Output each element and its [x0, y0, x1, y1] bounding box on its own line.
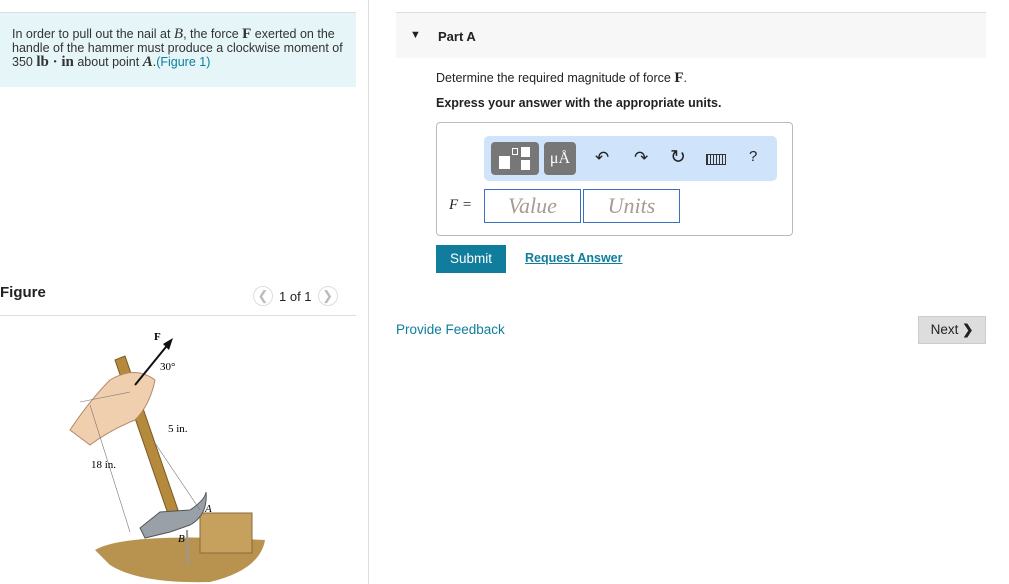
label-18in: 18 in. — [91, 459, 116, 471]
chevron-left-icon[interactable]: ❮ — [253, 286, 273, 306]
label-b: B — [178, 533, 185, 545]
provide-feedback-link[interactable]: Provide Feedback — [396, 322, 505, 337]
value-input[interactable]: Value — [484, 189, 581, 223]
question-text: Determine the required magnitude of forc… — [436, 70, 687, 87]
divider — [0, 315, 356, 316]
template-icon — [499, 156, 510, 169]
template-icon-part — [521, 147, 530, 157]
text: In order to pull out the nail at — [12, 27, 174, 41]
submit-button[interactable]: Submit — [436, 245, 506, 273]
math-a: A — [142, 54, 153, 70]
figure-title: Figure — [0, 284, 46, 301]
math-f: F — [242, 26, 252, 42]
pager-text: 1 of 1 — [279, 288, 312, 304]
label-a: A — [204, 503, 212, 515]
template-icon-part — [521, 160, 530, 170]
nail — [186, 529, 189, 566]
answer-box: μÅ ↶ ↷ ↻ ? F = Value Units — [436, 122, 793, 236]
template-button[interactable] — [491, 142, 539, 175]
next-button[interactable]: Next ❯ — [918, 316, 986, 344]
left-panel: In order to pull out the nail at B, the … — [0, 0, 369, 584]
answer-label: F = — [449, 197, 473, 213]
math-unit: lb · in — [36, 54, 74, 70]
undo-icon[interactable]: ↶ — [595, 148, 609, 168]
math-b: B — [173, 26, 184, 42]
chevron-right-icon[interactable]: ❯ — [317, 286, 338, 306]
label-angle: 30° — [160, 361, 175, 373]
template-icon-part — [512, 148, 518, 155]
part-a-header[interactable]: ▼ Part A — [396, 12, 986, 58]
label-f: F — [154, 331, 161, 343]
redo-icon[interactable]: ↷ — [634, 148, 648, 168]
text: . — [683, 71, 687, 85]
figure-pager: ❮ 1 of 1 ❯ — [253, 286, 338, 306]
help-icon[interactable]: ? — [749, 148, 757, 165]
text: about point — [73, 55, 143, 69]
wood-block — [199, 512, 253, 554]
keyboard-icon[interactable] — [706, 154, 726, 165]
text: Determine the required magnitude of forc… — [436, 71, 675, 85]
reset-icon[interactable]: ↻ — [670, 146, 686, 169]
problem-statement: In order to pull out the nail at B, the … — [0, 12, 356, 87]
label-5in: 5 in. — [168, 423, 188, 435]
figure-link[interactable]: (Figure 1) — [156, 55, 210, 69]
f-label: F = — [449, 196, 472, 214]
units-input[interactable]: Units — [583, 189, 680, 223]
text: , the force — [183, 27, 243, 41]
units-button[interactable]: μÅ — [544, 142, 576, 175]
collapse-triangle-icon[interactable]: ▼ — [410, 29, 421, 41]
math-f: F — [674, 70, 684, 86]
next-label: Next — [930, 322, 959, 337]
part-title: Part A — [438, 29, 476, 44]
chevron-right-icon: ❯ — [962, 322, 974, 337]
request-answer-link[interactable]: Request Answer — [525, 251, 622, 265]
hammer-figure: F 30° 5 in. 18 in. A B — [69, 331, 265, 583]
math-toolbar: μÅ ↶ ↷ ↻ ? — [484, 136, 777, 181]
instruction-text: Express your answer with the appropriate… — [436, 96, 722, 110]
